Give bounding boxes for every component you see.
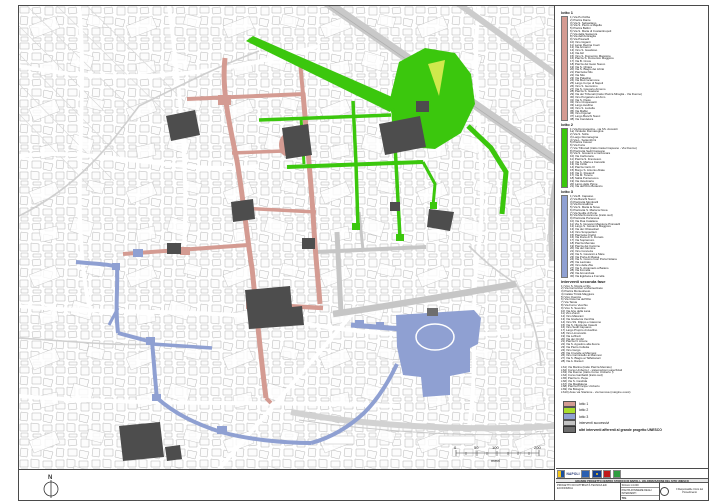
comune-napoli-crest-icon	[557, 470, 565, 478]
scale-unit: metri	[491, 458, 500, 463]
lotto1-items: 1) Via Port'Alba2) Piazza Dante3) Via S.…	[570, 16, 705, 121]
legend-item: LS10) Asse via Stazione - via Genova (ma…	[561, 391, 705, 394]
lotto3-items: 1) Via B. Capasso2) Via Banchi Nuovi3) P…	[570, 195, 705, 278]
scale-tick-200: 200	[534, 445, 541, 450]
stamp-label: Il Responsabile Unico del Procedimento	[671, 489, 708, 495]
legend-key-label: lotto 2	[579, 408, 588, 412]
legend-lotto3-section: 1) Via B. Capasso2) Via Banchi Nuovi3) P…	[561, 195, 705, 278]
legend-panel: lotto 1 1) Via Port'Alba2) Piazza Dante3…	[556, 6, 708, 469]
lotto1-color-bar	[561, 16, 568, 121]
church-building	[427, 308, 438, 316]
legend-key-label: lotto 3	[579, 415, 588, 419]
meta-cells: SCALA 1:4.000 PIANTA D'INSIEME DEGLI INT…	[621, 483, 660, 500]
drawing-title-cell: PIANTA D'INSIEME DEGLI INTERVENTI	[621, 488, 659, 496]
napoli-wordmark: NAPOLI	[567, 472, 580, 476]
legend-phase2-title: interventi seconda fase	[561, 279, 705, 284]
regione-logo-icon	[613, 470, 621, 478]
scale-tick-100: 100	[492, 445, 499, 450]
title-block-logos: NAPOLI	[556, 470, 708, 479]
phase2-items: 1) Vico S. Nicola a Nilo2) Via Carrozzie…	[561, 285, 705, 363]
stamp-circle-icon	[660, 487, 669, 496]
phase2-items-ls: LS1) Via Marina (tratto Piazza Mercato)L…	[561, 366, 705, 394]
title-block-body: PROGETTO DI FATTIBILITÀ TECNICA ED ECONO…	[556, 483, 708, 500]
eu-flag-icon	[592, 470, 602, 478]
legend-key-label: interventi successivi	[579, 421, 609, 425]
lotto3-color-bar	[561, 195, 568, 278]
legend-key-swatch	[563, 426, 576, 433]
north-label: N	[48, 475, 52, 481]
drawing-frame: 0 50 100 200 metri N lotto 1 1) Via Port…	[18, 5, 709, 501]
legend-lotto2-section: 1) Via Donnaregina - via SS. Apostoli1a)…	[561, 128, 705, 189]
map-canvas: 0 50 100 200 metri	[19, 6, 554, 469]
legend-item: 30) Via Egiziaca a Forcella	[570, 275, 705, 278]
north-arrow: N	[31, 471, 71, 504]
legend-item: 38) Via Candelora	[570, 118, 705, 121]
legend-item: 21) Via dell'Orto Botanico	[570, 185, 705, 188]
legend-lotto3-title: lotto 3	[561, 189, 705, 194]
title-block: NAPOLI GRANDE PROGETTO CENTRO STORICO DI…	[556, 470, 708, 500]
legend-lotto2-title: lotto 2	[561, 122, 705, 127]
legend-key-label: altri interventi afferenti al grande pro…	[579, 428, 662, 432]
legend-key: lotto 1 lotto 2 lotto 3 interventi successi…	[563, 401, 705, 433]
lotto2-color-bar	[561, 128, 568, 189]
stamp-cell: Il Responsabile Unico del Procedimento	[660, 483, 708, 500]
pon-logo-icon	[603, 470, 611, 478]
unesco-logo-icon	[581, 470, 590, 478]
legend-key-label: lotto 1	[579, 402, 588, 406]
bottom-strip: N	[19, 470, 555, 500]
legend-lotto1-title: lotto 1	[561, 10, 705, 15]
map-sheet: { "legend": { "sections": [ { "title": "…	[0, 0, 710, 502]
lotto2-items: 1) Via Donnaregina - via SS. Apostoli1a)…	[570, 128, 705, 189]
legend-lotto1-section: 1) Via Port'Alba2) Piazza Dante3) Via S.…	[561, 16, 705, 121]
legend-key-row: altri interventi afferenti al grande pro…	[563, 426, 705, 432]
phase-cell: PROGETTO DI FATTIBILITÀ TECNICA ED ECONO…	[556, 483, 621, 500]
tav-cell: TAV.	[621, 496, 659, 500]
scale-tick-50: 50	[474, 445, 479, 450]
map-area: 0 50 100 200 metri	[19, 6, 555, 470]
